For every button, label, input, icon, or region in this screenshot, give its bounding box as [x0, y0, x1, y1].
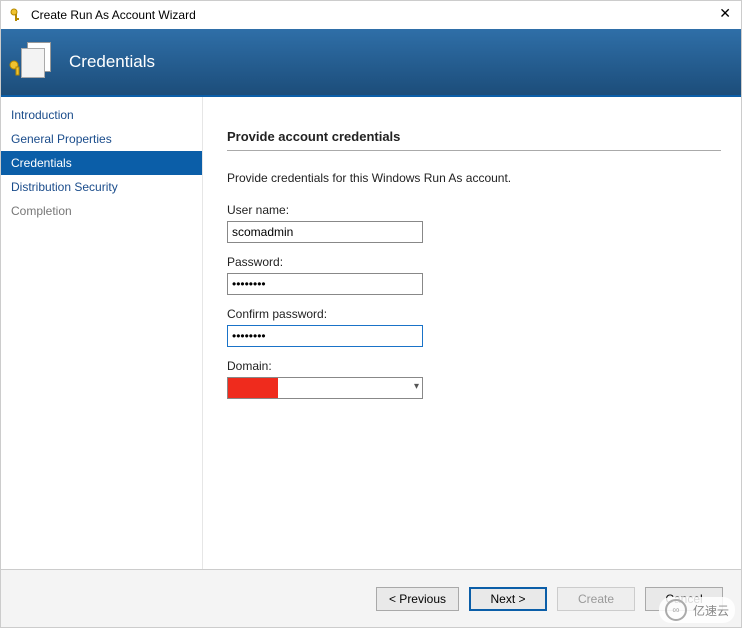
sidebar-item-completion[interactable]: Completion [1, 199, 202, 223]
confirm-password-label: Confirm password: [227, 307, 721, 321]
header-title: Credentials [69, 52, 155, 72]
password-input[interactable] [227, 273, 423, 295]
password-label: Password: [227, 255, 721, 269]
page-title: Provide account credentials [227, 129, 721, 144]
username-label: User name: [227, 203, 721, 217]
watermark-icon: ∞ [665, 599, 687, 621]
sidebar-item-introduction[interactable]: Introduction [1, 103, 202, 127]
content-pane: Provide account credentials Provide cred… [203, 97, 741, 571]
wizard-body: Introduction General Properties Credenti… [1, 95, 741, 571]
titlebar: Create Run As Account Wizard ✕ [1, 1, 741, 29]
wizard-window: Create Run As Account Wizard ✕ Credentia… [0, 0, 742, 628]
username-input[interactable] [227, 221, 423, 243]
watermark-text: 亿速云 [693, 602, 729, 619]
next-button[interactable]: Next > [469, 587, 547, 611]
create-button: Create [557, 587, 635, 611]
sidebar-item-distribution-security[interactable]: Distribution Security [1, 175, 202, 199]
wizard-icon [9, 7, 25, 23]
confirm-password-input[interactable] [227, 325, 423, 347]
sidebar-item-general-properties[interactable]: General Properties [1, 127, 202, 151]
domain-combo-wrap: ▾ [227, 377, 423, 399]
page-description: Provide credentials for this Windows Run… [227, 171, 721, 185]
domain-combo[interactable] [227, 377, 423, 399]
title-rule [227, 150, 721, 151]
wizard-footer: < Previous Next > Create Cancel [1, 569, 741, 627]
watermark: ∞ 亿速云 [659, 597, 735, 623]
header-icon [11, 42, 51, 82]
previous-button[interactable]: < Previous [376, 587, 459, 611]
sidebar: Introduction General Properties Credenti… [1, 97, 203, 571]
domain-label: Domain: [227, 359, 721, 373]
sidebar-item-credentials[interactable]: Credentials [1, 151, 202, 175]
close-icon[interactable]: ✕ [719, 5, 731, 22]
wizard-header: Credentials [1, 29, 741, 95]
window-title: Create Run As Account Wizard [31, 8, 196, 22]
